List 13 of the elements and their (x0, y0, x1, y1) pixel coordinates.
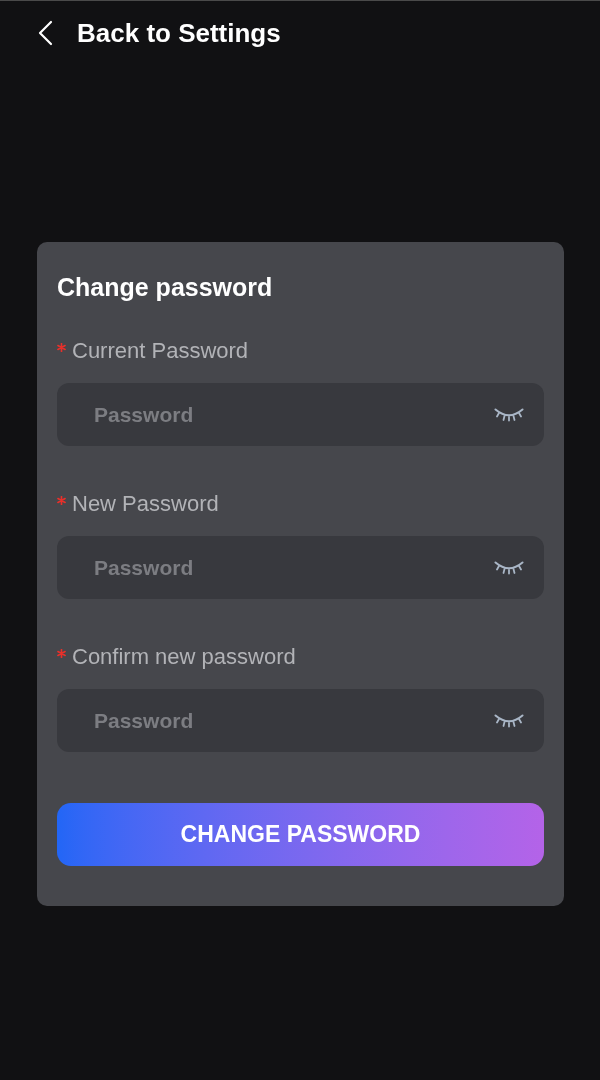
password-field[interactable]: Password (57, 536, 544, 599)
field-label: Confirm new password (72, 643, 296, 671)
password-field[interactable]: Password (57, 689, 544, 752)
change-password-button[interactable]: CHANGE PASSWORD (57, 803, 544, 866)
password-field[interactable]: Password (57, 383, 544, 446)
form-title: Change password (57, 272, 273, 302)
field-label: New Password (72, 490, 219, 518)
field-label: Current Password (72, 337, 249, 365)
closed-eye-icon[interactable] (494, 713, 524, 728)
closed-eye-icon[interactable] (494, 560, 524, 575)
closed-eye-icon[interactable] (494, 407, 524, 422)
chevron-left-icon (37, 20, 53, 46)
back-button[interactable]: Back to Settings (37, 20, 281, 46)
